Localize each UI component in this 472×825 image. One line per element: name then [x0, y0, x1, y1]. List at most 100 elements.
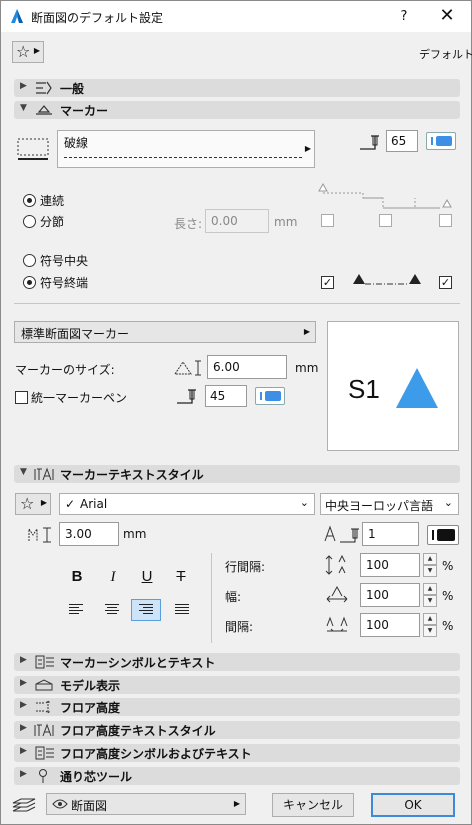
align-right-button[interactable] [131, 599, 161, 621]
line-spacing-label: 行間隔: [225, 560, 266, 574]
layers-icon [11, 795, 37, 815]
pin-icon [34, 768, 54, 784]
star-icon: ☆ [20, 494, 35, 513]
chevron-right-icon: ▶ [33, 46, 40, 55]
marker-size-field[interactable]: 6.00 [207, 355, 287, 379]
text-pen-icon [323, 523, 361, 545]
help-button[interactable]: ? [389, 5, 419, 29]
line-type-icon [16, 133, 52, 163]
dialog-window: 断面図のデフォルト設定 ? ✕ ☆ ▶ デフォルト ▶ 一般 ▼ マーカー 破線… [0, 0, 472, 825]
segmented-radio[interactable] [23, 215, 36, 228]
close-button[interactable]: ✕ [429, 5, 465, 29]
line-spacing-stepper[interactable]: ▲ ▼ [423, 553, 437, 577]
chevron-right-icon: ▶ [304, 144, 311, 153]
preview-triangle-icon [394, 366, 440, 410]
model-display-icon [34, 677, 54, 693]
marker-size-label: マーカーのサイズ: [15, 363, 115, 377]
star-icon: ☆ [16, 42, 31, 61]
chevron-down-icon: ⌄ [299, 496, 309, 509]
italic-button[interactable]: I [101, 566, 125, 588]
cancel-button[interactable]: キャンセル [272, 793, 354, 817]
spacing-label: 間隔: [225, 620, 254, 634]
width-stepper[interactable]: ▲ ▼ [423, 583, 437, 607]
expand-arrow-icon: ▶ [20, 655, 27, 665]
char-spacing-icon [325, 614, 349, 636]
section-general[interactable]: ▶ 一般 [14, 79, 460, 97]
segment-end-checkbox[interactable] [439, 214, 452, 227]
section-marker-symbol-text-label: マーカーシンボルとテキスト [60, 656, 216, 670]
expand-arrow-icon: ▶ [20, 746, 27, 756]
text-size-field[interactable]: 3.00 [59, 522, 119, 546]
text-pen-color-swatch[interactable] [427, 525, 459, 545]
segment-middle-checkbox[interactable] [379, 214, 392, 227]
bold-button[interactable]: B [65, 566, 89, 588]
text-size-icon [27, 525, 55, 545]
align-left-button[interactable] [61, 599, 91, 621]
strikethrough-button[interactable]: T [169, 566, 193, 588]
unified-pen-checkbox[interactable] [15, 391, 28, 404]
marker-pen-color-swatch[interactable] [255, 387, 285, 405]
ok-button[interactable]: OK [371, 793, 455, 817]
char-spacing-stepper[interactable]: ▲ ▼ [423, 613, 437, 637]
line-type-selector[interactable]: 破線 ▶ [57, 130, 315, 168]
symbol-center-radio[interactable] [23, 254, 36, 267]
percent-label: % [442, 589, 454, 603]
section-model-display[interactable]: ▶ モデル表示 [14, 676, 460, 694]
section-floor-height-text-style-label: フロア高度テキストスタイル [60, 724, 216, 738]
vertical-divider [211, 553, 212, 643]
favorites-button[interactable]: ☆ ▶ [12, 41, 44, 63]
underline-button[interactable]: U [135, 566, 159, 588]
segmented-label: 分節 [40, 215, 65, 229]
length-field[interactable]: 0.00 [205, 209, 269, 233]
marker-size-icon [173, 358, 203, 378]
section-marker-symbol-text[interactable]: ▶ マーカーシンボルとテキスト [14, 653, 460, 671]
section-walkthrough-tool-label: 通り芯ツール [60, 770, 133, 784]
script-selector[interactable]: 中央ヨーロッパ言語 ⌄ [320, 493, 459, 515]
section-floor-height-text-style[interactable]: ▶ フロア高度テキストスタイル [14, 721, 460, 739]
symbol-text-icon [34, 654, 54, 670]
align-center-button[interactable] [97, 599, 127, 621]
section-marker-label: マーカー [60, 104, 109, 118]
width-field[interactable]: 100 [360, 583, 420, 607]
text-favorites-button[interactable]: ☆ ▶ [15, 493, 51, 515]
text-size-unit: mm [123, 527, 147, 541]
pen-icon [359, 132, 381, 152]
symbol-end-radio[interactable] [23, 276, 36, 289]
segment-start-checkbox[interactable] [321, 214, 334, 227]
line-pen-field[interactable]: 65 [386, 130, 418, 152]
divider [14, 303, 460, 304]
line-spacing-field[interactable]: 100 [360, 553, 420, 577]
marker-pen-field[interactable]: 45 [205, 385, 247, 407]
marker-preview: S1 [327, 321, 459, 451]
section-walkthrough-tool[interactable]: ▶ 通り芯ツール [14, 767, 460, 785]
section-marker-text-style[interactable]: ▼ マーカーテキストスタイル [14, 465, 460, 483]
preview-label: S1 [348, 374, 380, 404]
symbol-start-checkbox[interactable]: ✓ [321, 276, 334, 289]
text-pen-field[interactable]: 1 [362, 522, 419, 546]
char-spacing-field[interactable]: 100 [360, 613, 420, 637]
font-check-icon: ✓ [65, 497, 76, 511]
percent-label: % [442, 559, 454, 573]
section-general-label: 一般 [60, 82, 85, 96]
expand-arrow-icon: ▶ [20, 723, 27, 733]
section-floor-height[interactable]: ▶ フロア高度 [14, 698, 460, 716]
line-pen-color-swatch[interactable] [426, 132, 456, 150]
expand-arrow-icon: ▶ [20, 769, 27, 779]
marker-type-selector[interactable]: 標準断面図マーカー ▶ [14, 321, 316, 343]
font-selector[interactable]: ✓ Arial ⌄ [59, 493, 315, 515]
floor-height-icon [34, 699, 54, 715]
section-marker[interactable]: ▼ マーカー [14, 101, 460, 119]
title-bar: 断面図のデフォルト設定 ? ✕ [1, 1, 471, 32]
expand-arrow-icon: ▶ [20, 678, 27, 688]
window-title: 断面図のデフォルト設定 [31, 11, 164, 25]
symbol-end-checkbox[interactable]: ✓ [439, 276, 452, 289]
marker-size-unit: mm [295, 361, 319, 375]
align-justify-button[interactable] [167, 599, 197, 621]
section-floor-height-symbol-text[interactable]: ▶ フロア高度シンボルおよびテキスト [14, 744, 460, 762]
font-name: Arial [80, 497, 108, 511]
view-selector[interactable]: 断面図 ▶ [46, 793, 246, 815]
expand-arrow-icon: ▶ [20, 81, 27, 91]
chevron-down-icon: ⌄ [443, 496, 453, 509]
symbol-end-diagram [349, 269, 429, 289]
continuous-radio[interactable] [23, 194, 36, 207]
